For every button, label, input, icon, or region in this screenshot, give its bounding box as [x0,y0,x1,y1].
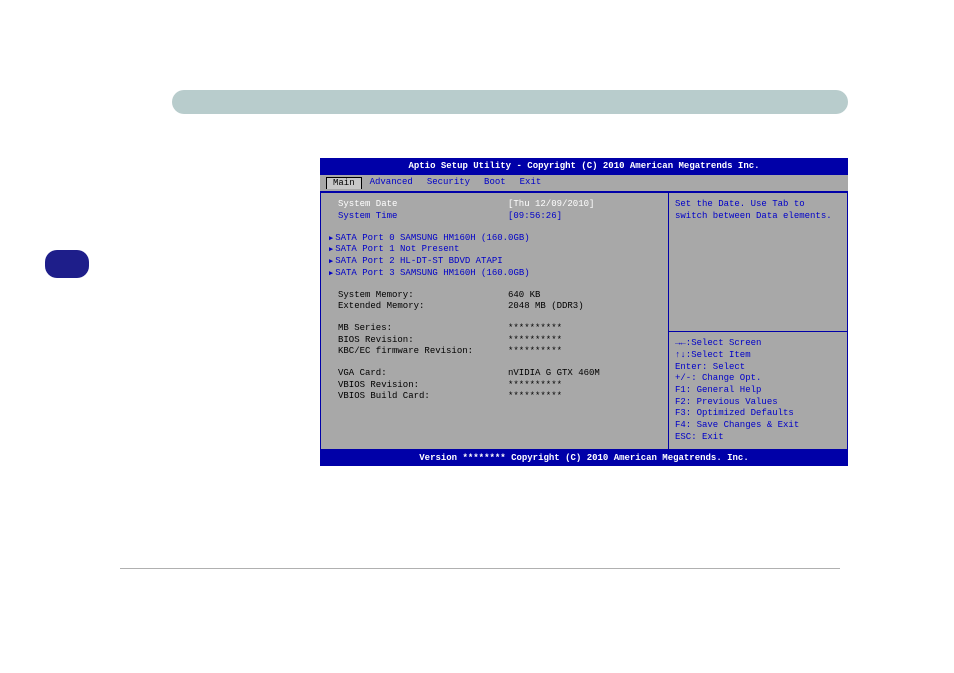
help-line: switch between Data elements. [675,211,841,223]
bios-title: Aptio Setup Utility - Copyright (C) 2010… [320,158,848,175]
sata-port-0[interactable]: SATA Port 0 SAMSUNG HM160H (160.0GB) [329,233,660,245]
system-memory-label: System Memory: [338,290,508,302]
rounded-banner [172,90,848,114]
help-key-change-opt: +/-: Change Opt. [675,373,841,385]
bios-revision-label: BIOS Revision: [338,335,508,347]
sata-port-1[interactable]: SATA Port 1 Not Present [329,244,660,256]
help-key-select-item: ↑↓:Select Item [675,350,841,362]
system-time-label: System Time [338,211,508,223]
bios-footer: Version ******** Copyright (C) 2010 Amer… [320,450,848,468]
help-key-f2: F2: Previous Values [675,397,841,409]
system-time-value[interactable]: [09:56:26] [508,211,660,223]
help-line: Set the Date. Use Tab to [675,199,841,211]
sata-port-2[interactable]: SATA Port 2 HL-DT-ST BDVD ATAPI [329,256,660,268]
mb-series-label: MB Series: [338,323,508,335]
sata-port-3[interactable]: SATA Port 3 SAMSUNG HM160H (160.0GB) [329,268,660,280]
bios-help-keys: →←:Select Screen ↑↓:Select Item Enter: S… [669,332,847,449]
help-key-f3: F3: Optimized Defaults [675,408,841,420]
bios-body: System Date [Thu 12/09/2010] System Time… [320,192,848,450]
vbios-build-value: ********** [508,391,660,403]
system-date-value[interactable]: [Thu 12/09/2010] [508,199,660,211]
tab-exit[interactable]: Exit [514,177,548,190]
vbios-build-label: VBIOS Build Card: [338,391,508,403]
mb-series-value: ********** [508,323,660,335]
help-key-enter: Enter: Select [675,362,841,374]
tab-security[interactable]: Security [421,177,476,190]
kbc-firmware-label: KBC/EC firmware Revision: [338,346,508,358]
system-memory-value: 640 KB [508,290,660,302]
help-key-select-screen: →←:Select Screen [675,338,841,350]
bios-window: Aptio Setup Utility - Copyright (C) 2010… [320,158,848,466]
bios-tabs: Main Advanced Security Boot Exit [320,175,848,193]
bios-help-panel: Set the Date. Use Tab to switch between … [669,192,848,450]
system-date-label: System Date [338,199,508,211]
bios-main-panel: System Date [Thu 12/09/2010] System Time… [320,192,669,450]
extended-memory-label: Extended Memory: [338,301,508,313]
tab-main[interactable]: Main [326,177,362,190]
bios-help-description: Set the Date. Use Tab to switch between … [669,193,847,332]
help-key-esc: ESC: Exit [675,432,841,444]
vbios-revision-value: ********** [508,380,660,392]
vga-card-label: VGA Card: [338,368,508,380]
vbios-revision-label: VBIOS Revision: [338,380,508,392]
help-key-f1: F1: General Help [675,385,841,397]
extended-memory-value: 2048 MB (DDR3) [508,301,660,313]
kbc-firmware-value: ********** [508,346,660,358]
horizontal-divider [120,568,840,569]
vga-card-value: nVIDIA G GTX 460M [508,368,660,380]
help-key-f4: F4: Save Changes & Exit [675,420,841,432]
step-badge [45,250,89,278]
tab-advanced[interactable]: Advanced [364,177,419,190]
bios-revision-value: ********** [508,335,660,347]
tab-boot[interactable]: Boot [478,177,512,190]
